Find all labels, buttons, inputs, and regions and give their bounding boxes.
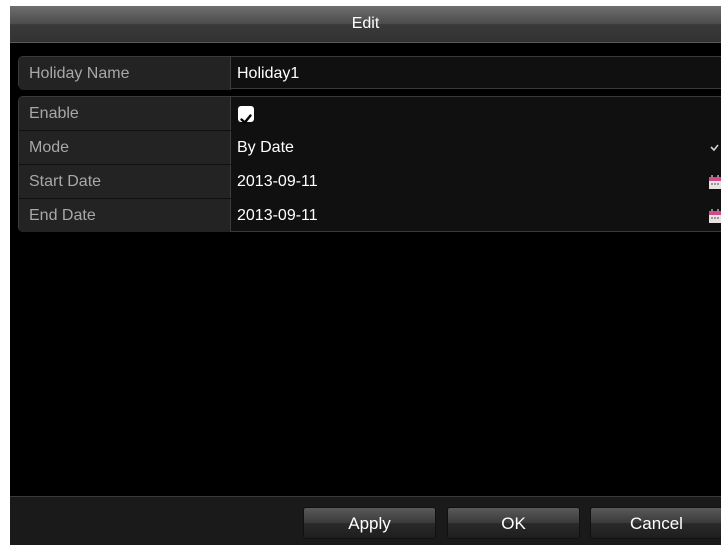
calendar-icon[interactable] <box>709 175 721 189</box>
mode-select[interactable]: By Date <box>232 131 721 164</box>
holiday-name-panel: Holiday Name Holiday1 <box>18 56 721 90</box>
start-date-value: 2013-09-11 <box>237 173 318 190</box>
start-date-field[interactable]: 2013-09-11 <box>232 165 721 198</box>
checkmark-icon <box>240 114 252 124</box>
end-date-value: 2013-09-11 <box>237 207 318 224</box>
title-bar: Edit <box>10 6 721 43</box>
mode-select-value: By Date <box>237 139 294 156</box>
enable-row: Enable <box>19 97 721 130</box>
holiday-name-row: Holiday Name Holiday1 <box>19 57 721 90</box>
start-date-row: Start Date 2013-09-11 <box>19 165 721 198</box>
enable-cell <box>232 97 721 130</box>
dialog-title: Edit <box>351 15 380 32</box>
edit-dialog: Edit Holiday Name Holiday1 Enable Mode B… <box>10 6 721 545</box>
end-date-label: End Date <box>19 199 231 232</box>
apply-button[interactable]: Apply <box>303 507 436 539</box>
mode-label: Mode <box>19 131 231 164</box>
cancel-button[interactable]: Cancel <box>590 507 721 539</box>
holiday-name-field[interactable]: Holiday1 <box>232 57 721 90</box>
button-bar: Apply OK Cancel <box>10 496 721 545</box>
enable-checkbox[interactable] <box>238 106 254 124</box>
holiday-name-label: Holiday Name <box>19 57 231 90</box>
end-date-field[interactable]: 2013-09-11 <box>232 199 721 232</box>
ok-button[interactable]: OK <box>447 507 580 539</box>
enable-label: Enable <box>19 97 231 130</box>
end-date-row: End Date 2013-09-11 <box>19 199 721 232</box>
mode-row: Mode By Date <box>19 131 721 164</box>
holiday-settings-panel: Enable Mode By Date Start Date 2013-09-1… <box>18 96 721 232</box>
calendar-icon[interactable] <box>709 209 721 223</box>
start-date-label: Start Date <box>19 165 231 198</box>
